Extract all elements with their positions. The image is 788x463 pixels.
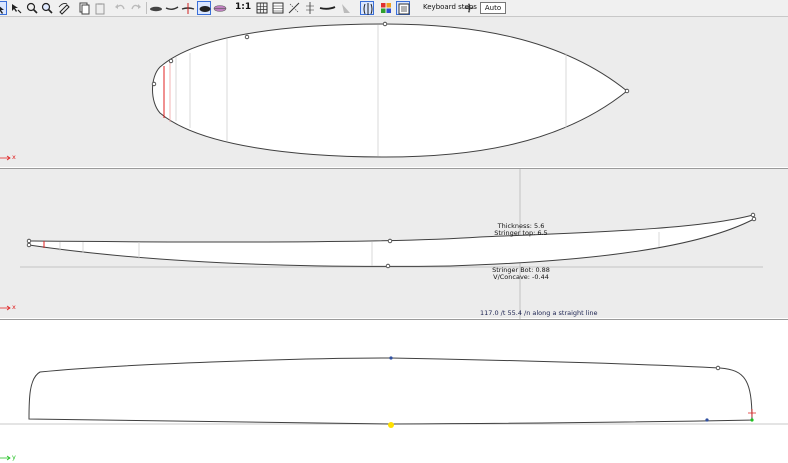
x-axis-arrow: [0, 155, 11, 161]
x-axis-label: x: [12, 153, 16, 161]
control-point: [168, 58, 174, 64]
profile-view-canvas[interactable]: [0, 169, 788, 319]
cross-section-outline: [28, 357, 753, 425]
rendered-view-icon[interactable]: [213, 1, 227, 15]
x-axis-arrow: [0, 305, 11, 311]
paste-icon[interactable]: [93, 1, 107, 15]
y-axis-label: y: [12, 453, 16, 461]
select-icon[interactable]: [0, 1, 7, 15]
control-point: [26, 238, 32, 244]
zoom-fit-icon[interactable]: [40, 1, 54, 15]
control-point: [705, 418, 709, 422]
control-point: [244, 34, 250, 40]
undo-icon[interactable]: [113, 1, 127, 15]
control-point: [387, 238, 393, 244]
profile-view-panel[interactable]: Thickness: 5.6 Stringer top: 6.5 Stringe…: [0, 168, 788, 319]
pan-icon[interactable]: [9, 1, 23, 15]
control-point: [385, 263, 391, 269]
compare-icon[interactable]: [360, 1, 374, 15]
center-line-icon[interactable]: [303, 1, 317, 15]
move-icon[interactable]: [463, 1, 475, 15]
vconcave-readout: V/Concave: -0.44: [493, 273, 549, 281]
cross-section-canvas[interactable]: [0, 320, 788, 463]
control-point: [624, 88, 630, 94]
cross-section-icon[interactable]: [181, 1, 195, 15]
status-text: 117.0 /t 55.4 /n along a straight line: [480, 309, 598, 317]
toolbar: 1:1 Keyboard steps Auto: [0, 0, 788, 17]
fin-icon[interactable]: [319, 1, 336, 15]
flatten-icon[interactable]: [339, 1, 353, 15]
auto-button[interactable]: Auto: [480, 2, 506, 14]
grid-icon[interactable]: [255, 1, 269, 15]
control-point: [389, 356, 393, 360]
table-icon[interactable]: [271, 1, 285, 15]
outline-view-panel[interactable]: x: [0, 17, 788, 167]
edit-icon[interactable]: [57, 1, 71, 15]
control-point: [26, 242, 32, 248]
profile-view-icon[interactable]: [165, 1, 179, 15]
stringer-top-readout: Stringer top: 6.5: [494, 229, 548, 237]
outline-view-icon[interactable]: [149, 1, 163, 15]
board-outline: [152, 23, 628, 158]
x-axis-label: x: [12, 303, 16, 311]
control-point: [382, 21, 388, 27]
zoom-icon[interactable]: [25, 1, 39, 15]
control-point: [715, 365, 721, 371]
toolbar-separator: [146, 2, 147, 14]
control-point: [751, 216, 757, 222]
color-icon[interactable]: [379, 1, 393, 15]
zoom-one-to-one[interactable]: 1:1: [235, 2, 251, 12]
measure-icon[interactable]: [287, 1, 301, 15]
active-control-point: [388, 422, 394, 428]
control-point: [151, 81, 157, 87]
outline-view-canvas[interactable]: [0, 17, 788, 167]
control-point: [750, 212, 756, 218]
cross-section-panel[interactable]: y: [0, 319, 788, 462]
properties-icon[interactable]: [396, 1, 410, 15]
board-3d-icon[interactable]: [197, 1, 211, 15]
redo-icon[interactable]: [129, 1, 143, 15]
control-point: [750, 418, 754, 422]
y-axis-arrow: [0, 455, 11, 461]
copy-icon[interactable]: [77, 1, 91, 15]
